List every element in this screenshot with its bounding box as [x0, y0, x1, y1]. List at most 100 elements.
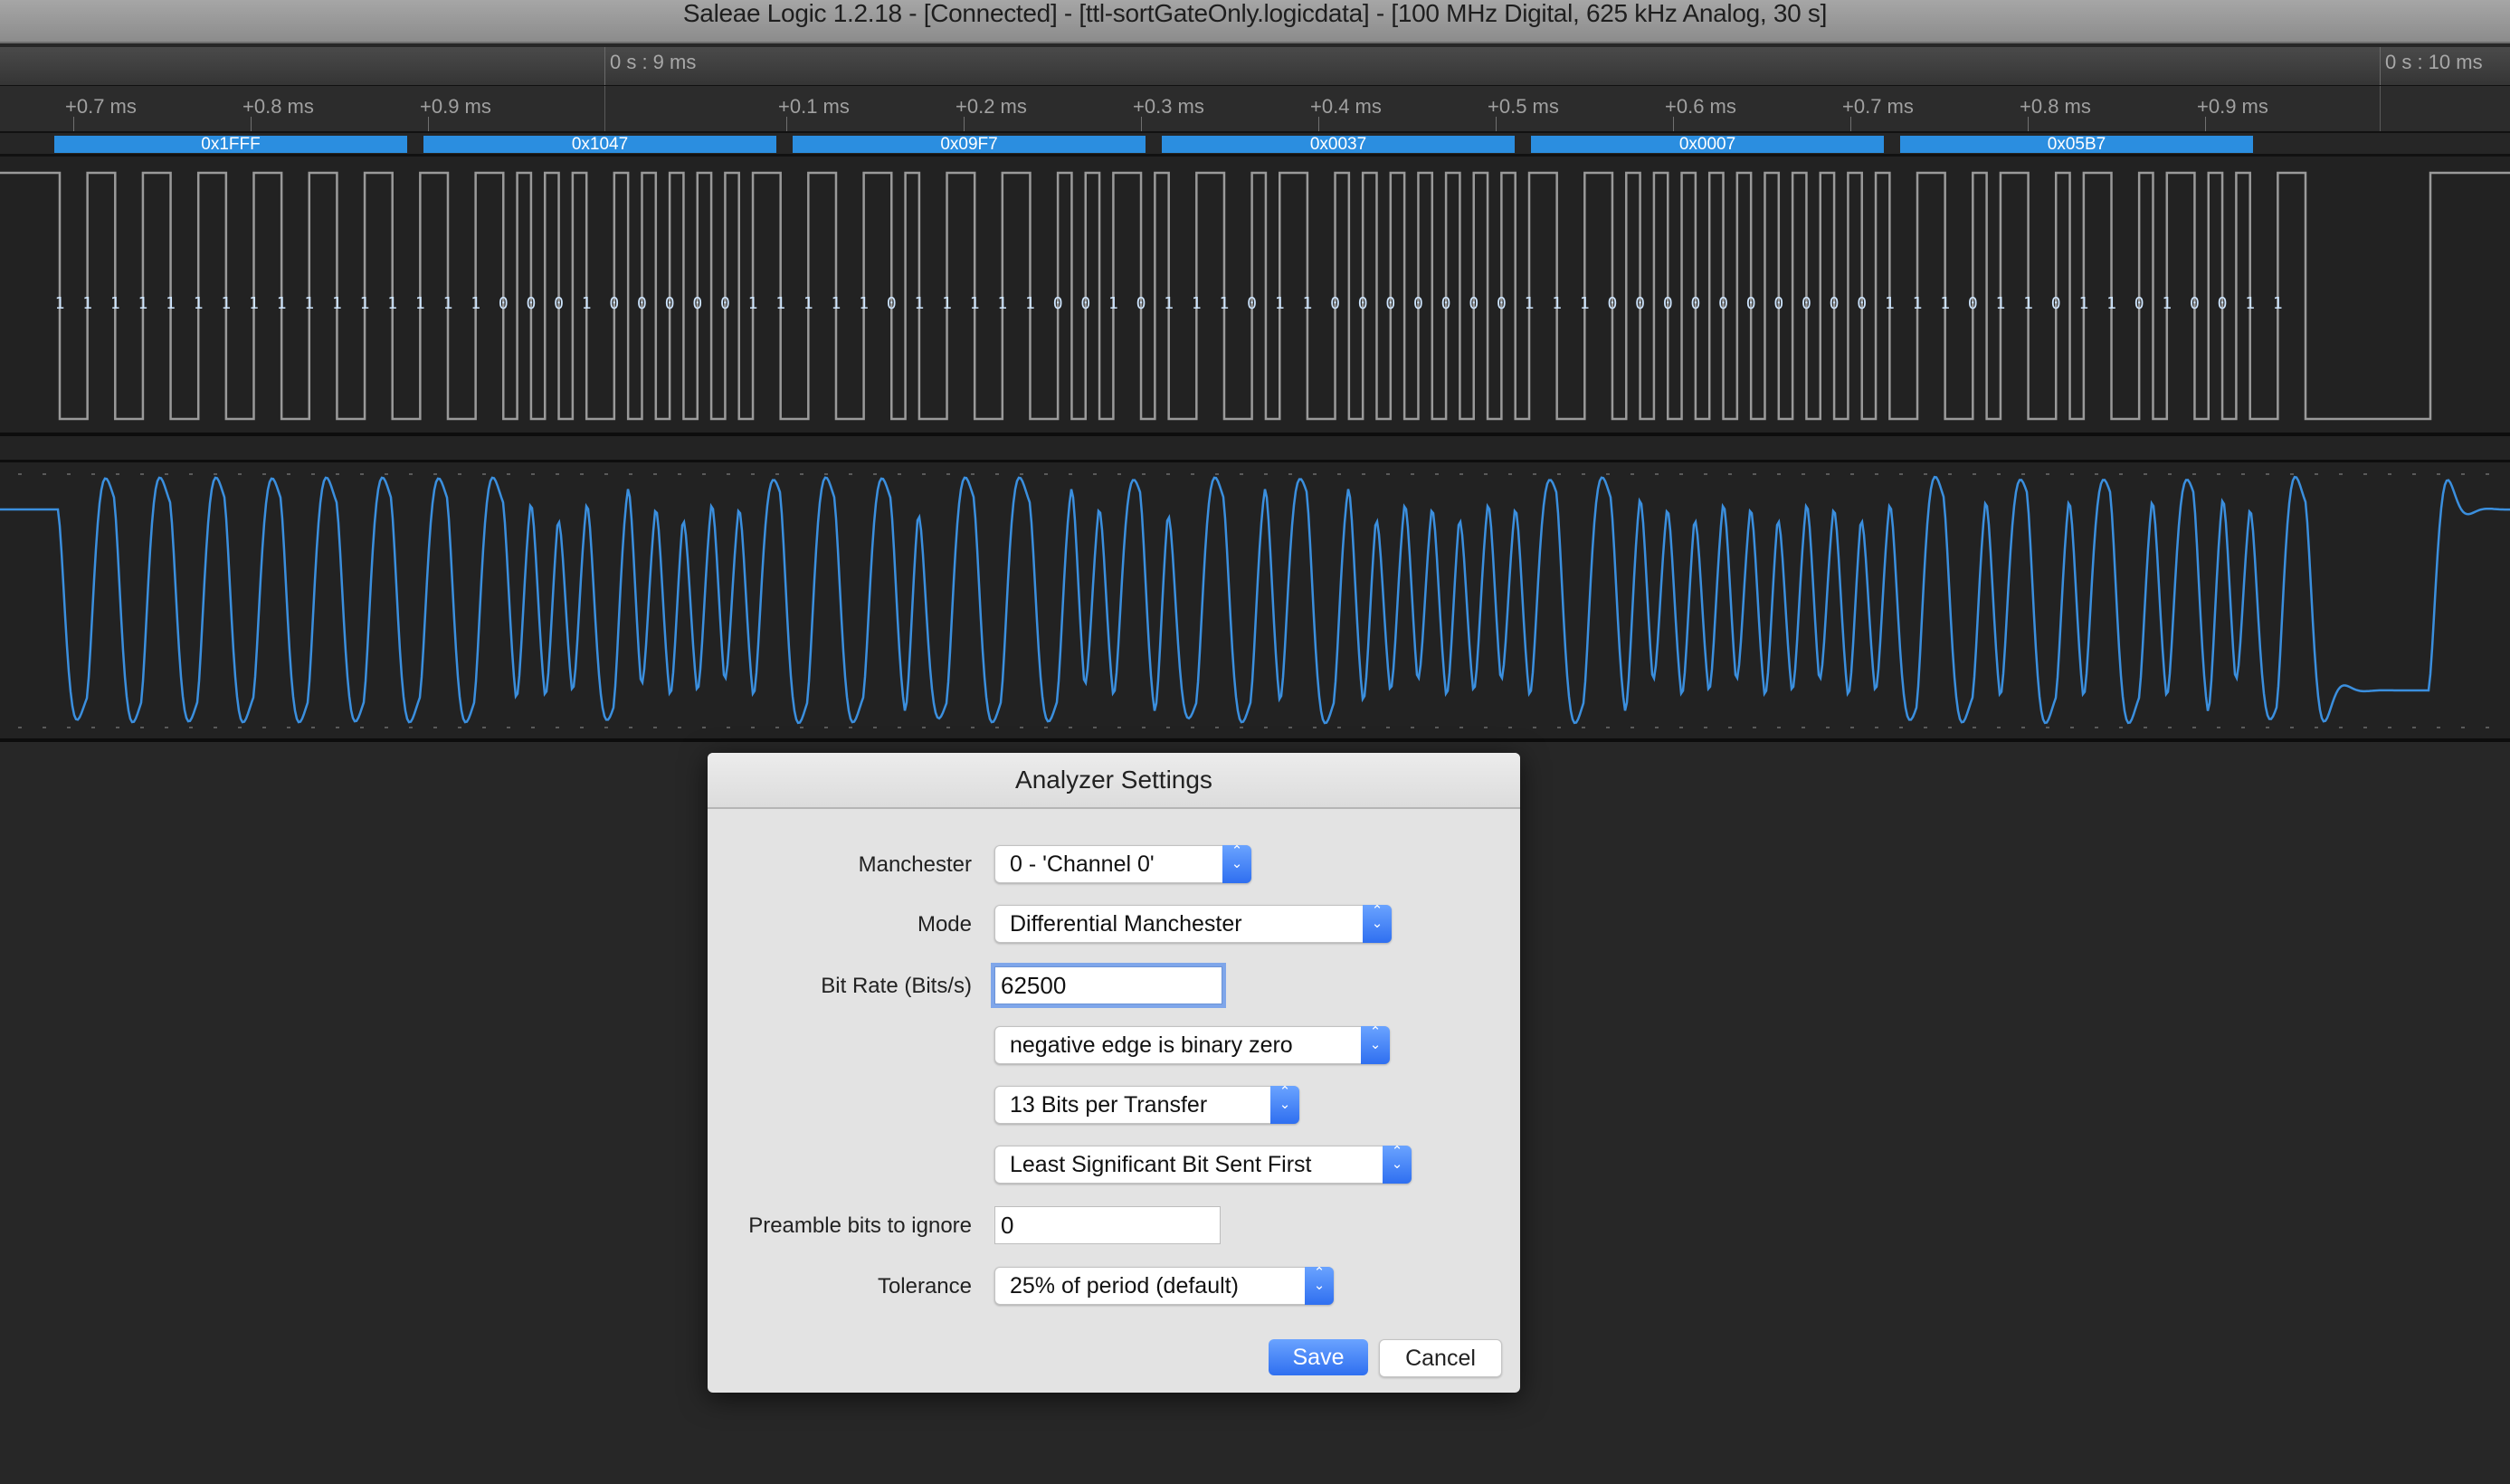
ruler-tick-mark [964, 117, 965, 131]
decoded-bit-label: 1 [942, 294, 952, 313]
cancel-button[interactable]: Cancel [1379, 1339, 1502, 1377]
analog-grid-dot [2437, 473, 2440, 475]
bits-per-transfer-select[interactable]: 13 Bits per Transfer ⌃ ⌄ [994, 1085, 1299, 1124]
decoded-bit-label: 1 [387, 294, 397, 313]
decoded-frame[interactable]: 0x1FFF [54, 136, 407, 153]
decoded-bit-label: 1 [221, 294, 231, 313]
analog-grid-dot [727, 727, 730, 728]
analog-grid-dot [287, 473, 290, 475]
decoded-bit-label: 1 [166, 294, 176, 313]
decoded-bit-label: 0 [1635, 294, 1645, 313]
channel-select[interactable]: 0 - 'Channel 0' ⌃ ⌄ [994, 844, 1251, 883]
analog-grid-dot [1679, 727, 1683, 728]
decoded-frame[interactable]: 0x09F7 [793, 136, 1146, 153]
decoded-bit-label: 1 [110, 294, 120, 313]
decoded-bit-label: 1 [2106, 294, 2116, 313]
analog-grid-dot [824, 473, 828, 475]
timeline-major-ruler[interactable]: 0 s : 9 ms 0 s : 10 ms [0, 47, 2510, 88]
decoded-bit-label: 0 [1968, 294, 1978, 313]
analog-grid-dot [189, 727, 193, 728]
decoded-bit-label: 1 [582, 294, 592, 313]
analog-grid-dot [1288, 473, 1292, 475]
analog-grid-dot [1264, 727, 1268, 728]
analog-grid-dot [2241, 727, 2245, 728]
bit-rate-input[interactable] [995, 967, 1222, 1004]
decoded-frame[interactable]: 0x0037 [1162, 136, 1515, 153]
decoded-bit-label: 1 [775, 294, 785, 313]
decoder-frames-row[interactable]: 0x1FFF 0x1047 0x09F7 0x0037 0x0007 0x05B7 [0, 133, 2510, 157]
analog-grid-dot [1435, 473, 1439, 475]
decoded-bit-label: 0 [665, 294, 675, 313]
analog-grid-dot [1459, 473, 1463, 475]
analog-channel[interactable] [0, 462, 2510, 742]
analog-grid-dot [1850, 473, 1854, 475]
analog-grid-dot [1069, 727, 1072, 728]
bit-rate-field[interactable] [994, 966, 1222, 1004]
digital-channel[interactable]: 1111111111111111000100000111110111110010… [0, 157, 2510, 436]
analog-grid-dot [2461, 727, 2465, 728]
analog-grid-dot [1044, 473, 1048, 475]
analog-grid-dot [800, 727, 803, 728]
analog-grid-dot [1117, 473, 1121, 475]
major-mark-line [604, 47, 605, 85]
analog-grid-dot [1533, 473, 1536, 475]
decoded-bit-label: 0 [526, 294, 536, 313]
tolerance-label: Tolerance [877, 1274, 972, 1298]
tolerance-select[interactable]: 25% of period (default) ⌃ ⌄ [994, 1266, 1334, 1305]
decoded-bit-label: 1 [138, 294, 148, 313]
analog-grid-dot [1362, 727, 1365, 728]
analog-grid-dot [2437, 727, 2440, 728]
mode-label: Mode [917, 912, 972, 937]
analog-grid-dot [1117, 727, 1121, 728]
analog-grid-dot [1802, 727, 1805, 728]
channel-select-value: 0 - 'Channel 0' [1010, 851, 1155, 877]
preamble-field[interactable] [994, 1206, 1221, 1244]
timeline-minor-ruler[interactable]: +0.7 ms +0.8 ms +0.9 ms +0.1 ms +0.2 ms +0.3 … [0, 86, 2510, 133]
analog-grid-dot [1288, 727, 1292, 728]
tolerance-row: Tolerance 25% of period (default) ⌃ ⌄ [708, 1266, 1520, 1307]
mode-select[interactable]: Differential Manchester ⌃ ⌄ [994, 904, 1392, 943]
decoded-bit-label: 0 [720, 294, 730, 313]
channel-separator [0, 436, 2510, 463]
analog-grid-dot [1924, 727, 1927, 728]
analog-grid-dot [1533, 727, 1536, 728]
analog-grid-dot [1826, 727, 1830, 728]
analog-grid-dot [1997, 727, 2001, 728]
analog-grid-dot [946, 727, 950, 728]
analog-grid-dot [2046, 727, 2049, 728]
ruler-tick-label: +0.4 ms [1310, 95, 1382, 118]
analog-grid-dot [1850, 727, 1854, 728]
analog-grid-dot [1069, 473, 1072, 475]
analog-grid-dot [433, 727, 437, 728]
analog-grid-dot [873, 727, 877, 728]
analog-grid-dot [165, 473, 168, 475]
analog-grid-dot [1728, 473, 1732, 475]
save-button[interactable]: Save [1269, 1339, 1368, 1375]
analog-grid-dot [2119, 727, 2123, 728]
analog-grid-dot [1459, 727, 1463, 728]
analog-grid-dot [1313, 727, 1317, 728]
preamble-input[interactable] [995, 1207, 1220, 1243]
bit-order-select[interactable]: Least Significant Bit Sent First ⌃ ⌄ [994, 1145, 1412, 1184]
decoded-bit-label: 1 [304, 294, 314, 313]
analog-grid-dot [2388, 473, 2391, 475]
analog-grid-dot [556, 727, 559, 728]
analog-grid-dot [1899, 473, 1903, 475]
decoded-frame[interactable]: 0x05B7 [1900, 136, 2253, 153]
edge-polarity-select[interactable]: negative edge is binary zero ⌃ ⌄ [994, 1025, 1390, 1064]
ruler-tick-label: +0.6 ms [1665, 95, 1736, 118]
analog-grid-dot [971, 727, 975, 728]
decoded-bit-label: 0 [2051, 294, 2061, 313]
stepper-icon: ⌃ ⌄ [1383, 1145, 1412, 1184]
decoded-bit-label: 1 [1552, 294, 1562, 313]
analog-grid-dot [2266, 727, 2269, 728]
analog-grid-dot [1484, 727, 1488, 728]
analog-grid-dot [1240, 727, 1243, 728]
decoded-frame[interactable]: 0x1047 [423, 136, 776, 153]
ruler-tick-mark [73, 117, 74, 131]
manchester-label: Manchester [858, 852, 972, 877]
ruler-tick-mark [786, 117, 787, 131]
decoded-bit-label: 0 [1857, 294, 1867, 313]
decoded-frame[interactable]: 0x0007 [1531, 136, 1884, 153]
analog-grid-dot [946, 473, 950, 475]
